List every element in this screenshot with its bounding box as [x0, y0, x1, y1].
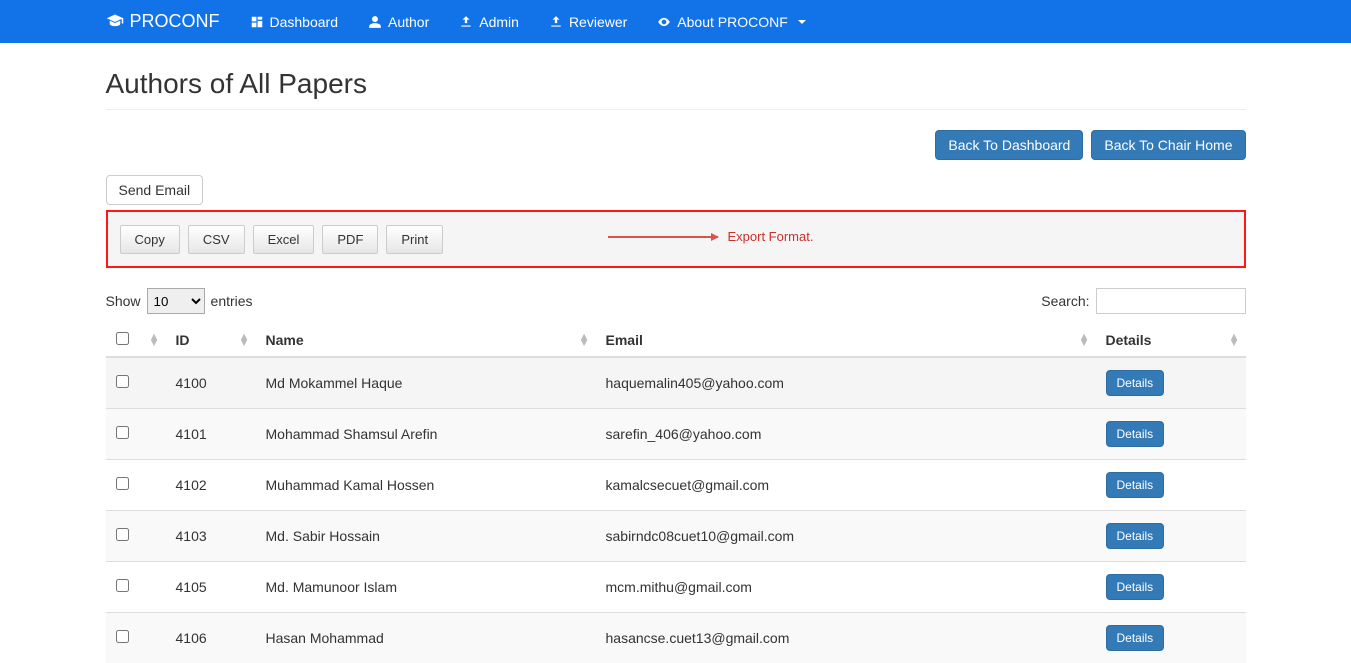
sort-icon: ▲▼: [239, 334, 250, 346]
search-input[interactable]: [1096, 288, 1246, 314]
page-size-select[interactable]: 10: [147, 288, 205, 314]
pdf-button[interactable]: PDF: [322, 225, 378, 254]
nav-reviewer[interactable]: Reviewer: [534, 3, 642, 41]
cell-id: 4106: [166, 613, 256, 663]
header-name[interactable]: Name ▲▼: [256, 324, 596, 357]
brand-link[interactable]: PROCONF: [91, 1, 235, 42]
page-title: Authors of All Papers: [106, 68, 1246, 100]
nav-dashboard[interactable]: Dashboard: [235, 3, 354, 41]
header-id[interactable]: ID ▲▼: [166, 324, 256, 357]
cell-name: Md Mokammel Haque: [256, 357, 596, 409]
annotation: Export Format.: [608, 229, 814, 244]
row-checkbox[interactable]: [116, 579, 129, 592]
details-button[interactable]: Details: [1106, 370, 1165, 396]
row-checkbox[interactable]: [116, 426, 129, 439]
cell-id: 4101: [166, 409, 256, 460]
cell-id: 4103: [166, 511, 256, 562]
top-button-row: Back To Dashboard Back To Chair Home: [106, 130, 1246, 160]
show-label: Show: [106, 293, 141, 309]
header-checkbox: ▲▼: [106, 324, 166, 357]
row-checkbox[interactable]: [116, 477, 129, 490]
table-row: 4105Md. Mamunoor Islammcm.mithu@gmail.co…: [106, 562, 1246, 613]
export-toolbar: Copy CSV Excel PDF Print Export Format.: [106, 210, 1246, 268]
back-to-chair-button[interactable]: Back To Chair Home: [1091, 130, 1245, 160]
nav-author[interactable]: Author: [353, 3, 444, 41]
row-checkbox[interactable]: [116, 528, 129, 541]
row-checkbox[interactable]: [116, 375, 129, 388]
nav-about-label: About PROCONF: [677, 14, 787, 30]
csv-button[interactable]: CSV: [188, 225, 245, 254]
sort-icon: ▲▼: [1229, 334, 1240, 346]
back-to-dashboard-button[interactable]: Back To Dashboard: [935, 130, 1083, 160]
arrow-icon: [608, 236, 718, 238]
details-button[interactable]: Details: [1106, 625, 1165, 651]
annotation-text: Export Format.: [728, 229, 814, 244]
send-email-button[interactable]: Send Email: [106, 175, 204, 205]
cell-email: haquemalin405@yahoo.com: [596, 357, 1096, 409]
user-icon: [368, 15, 382, 29]
table-row: 4101Mohammad Shamsul Arefinsarefin_406@y…: [106, 409, 1246, 460]
search-wrap: Search:: [1041, 288, 1245, 314]
upload-icon: [459, 15, 473, 29]
authors-table: ▲▼ ID ▲▼ Name ▲▼ Email ▲▼ Details ▲▼: [106, 324, 1246, 663]
sort-icon: ▲▼: [579, 334, 590, 346]
chevron-down-icon: [798, 20, 806, 24]
cell-email: mcm.mithu@gmail.com: [596, 562, 1096, 613]
dashboard-icon: [250, 15, 264, 29]
table-row: 4100Md Mokammel Haquehaquemalin405@yahoo…: [106, 357, 1246, 409]
nav-admin[interactable]: Admin: [444, 3, 534, 41]
cell-id: 4100: [166, 357, 256, 409]
nav-dashboard-label: Dashboard: [270, 14, 339, 30]
cell-id: 4102: [166, 460, 256, 511]
cell-name: Md. Mamunoor Islam: [256, 562, 596, 613]
nav-author-label: Author: [388, 14, 429, 30]
print-button[interactable]: Print: [386, 225, 443, 254]
header-email[interactable]: Email ▲▼: [596, 324, 1096, 357]
cell-email: hasancse.cuet13@gmail.com: [596, 613, 1096, 663]
row-checkbox[interactable]: [116, 630, 129, 643]
nav-reviewer-label: Reviewer: [569, 14, 627, 30]
entries-label: entries: [211, 293, 253, 309]
details-button[interactable]: Details: [1106, 523, 1165, 549]
graduation-cap-icon: [106, 13, 124, 31]
page-header: Authors of All Papers: [106, 68, 1246, 110]
top-navbar: PROCONF Dashboard Author Admin Reviewer …: [0, 0, 1351, 43]
table-row: 4103Md. Sabir Hossainsabirndc08cuet10@gm…: [106, 511, 1246, 562]
search-label: Search:: [1041, 293, 1089, 309]
cell-email: sarefin_406@yahoo.com: [596, 409, 1096, 460]
nav-about[interactable]: About PROCONF: [642, 3, 820, 41]
select-all-checkbox[interactable]: [116, 332, 129, 345]
cell-name: Md. Sabir Hossain: [256, 511, 596, 562]
reviewer-icon: [549, 15, 563, 29]
details-button[interactable]: Details: [1106, 472, 1165, 498]
show-entries: Show 10 entries: [106, 288, 253, 314]
details-button[interactable]: Details: [1106, 574, 1165, 600]
sort-icon[interactable]: ▲▼: [149, 334, 160, 346]
cell-name: Mohammad Shamsul Arefin: [256, 409, 596, 460]
brand-text: PROCONF: [130, 11, 220, 32]
copy-button[interactable]: Copy: [120, 225, 180, 254]
header-details[interactable]: Details ▲▼: [1096, 324, 1246, 357]
eye-icon: [657, 15, 671, 29]
excel-button[interactable]: Excel: [253, 225, 315, 254]
table-row: 4102Muhammad Kamal Hossenkamalcsecuet@gm…: [106, 460, 1246, 511]
sort-icon: ▲▼: [1079, 334, 1090, 346]
cell-name: Muhammad Kamal Hossen: [256, 460, 596, 511]
cell-id: 4105: [166, 562, 256, 613]
table-row: 4106Hasan Mohammadhasancse.cuet13@gmail.…: [106, 613, 1246, 663]
cell-name: Hasan Mohammad: [256, 613, 596, 663]
details-button[interactable]: Details: [1106, 421, 1165, 447]
cell-email: kamalcsecuet@gmail.com: [596, 460, 1096, 511]
table-controls: Show 10 entries Search:: [106, 288, 1246, 314]
nav-admin-label: Admin: [479, 14, 519, 30]
cell-email: sabirndc08cuet10@gmail.com: [596, 511, 1096, 562]
